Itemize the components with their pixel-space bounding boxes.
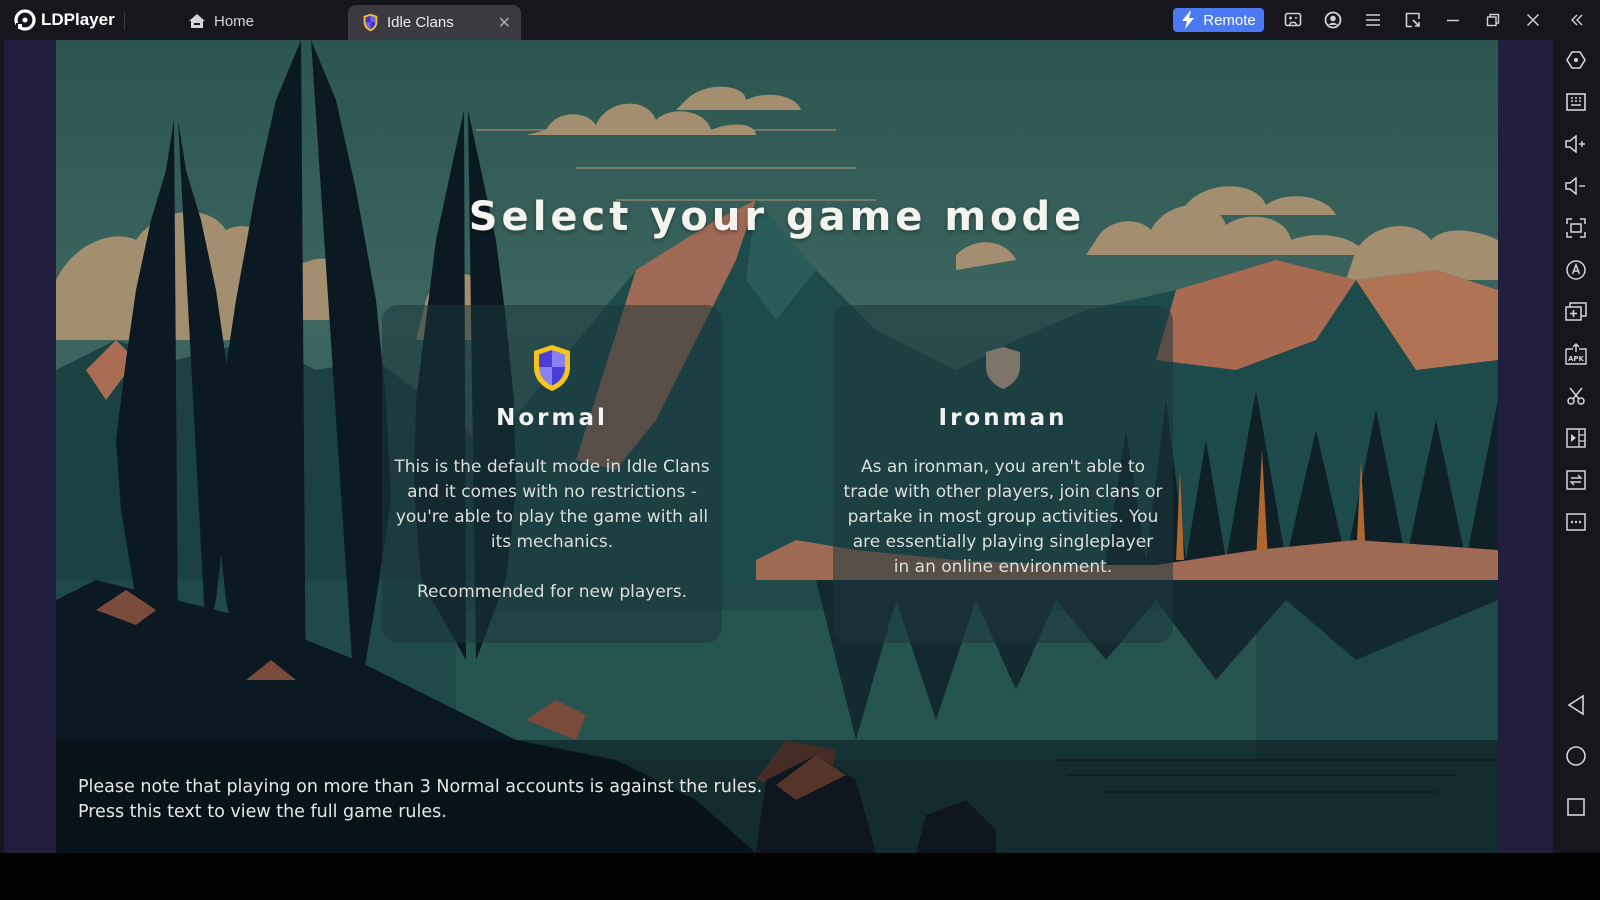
bottom-bar <box>0 853 1600 900</box>
background-landscape <box>56 40 1498 853</box>
game-rules-link[interactable]: Please note that playing on more than 3 … <box>78 775 762 825</box>
tab-home[interactable]: Home <box>188 8 254 34</box>
recents-icon[interactable] <box>1564 795 1588 819</box>
multi-instance-icon[interactable] <box>1564 300 1588 324</box>
video-record-icon[interactable] <box>1564 426 1588 450</box>
mode-description-ironman: As an ironman, you aren't able to trade … <box>843 457 1163 577</box>
tab-home-label: Home <box>214 12 255 30</box>
mode-name-ironman: Ironman <box>938 405 1068 431</box>
home-icon <box>189 14 205 28</box>
settings-hex-icon[interactable] <box>1564 48 1588 72</box>
close-icon[interactable] <box>1521 8 1545 32</box>
rules-note-line-1: Please note that playing on more than 3 … <box>78 777 763 797</box>
minimize-icon[interactable] <box>1441 8 1465 32</box>
tab-idle-clans[interactable]: Idle Clans ✕ <box>348 5 521 40</box>
auto-operation-icon[interactable] <box>1564 258 1588 282</box>
ldplayer-logo: LDPlayer <box>14 8 115 32</box>
emulator-sidebar: APK <box>1553 40 1600 853</box>
sync-icon[interactable] <box>1564 468 1588 492</box>
ldplayer-logo-icon <box>14 9 36 31</box>
volume-down-icon[interactable] <box>1564 174 1588 198</box>
emulator-frame-left <box>0 40 56 853</box>
mode-card-ironman[interactable]: Ironman As an ironman, you aren't able t… <box>833 305 1173 643</box>
restore-icon[interactable] <box>1481 8 1505 32</box>
fullscreen-icon[interactable] <box>1564 216 1588 240</box>
home-circle-icon[interactable] <box>1564 744 1588 768</box>
shield-icon <box>363 13 378 32</box>
shield-ironman-icon <box>986 347 1020 389</box>
title-bar: LDPlayer Home Idle Clans ✕ Remote <box>0 0 1600 40</box>
menu-icon[interactable] <box>1361 8 1385 32</box>
mode-recommendation-normal: Recommended for new players. <box>416 582 688 602</box>
install-apk-icon[interactable]: APK <box>1564 342 1588 366</box>
mode-name-normal: Normal <box>496 405 608 431</box>
keyboard-icon[interactable] <box>1564 90 1588 114</box>
rules-note-line-2: Press this text to view the full game ru… <box>78 802 447 822</box>
shield-normal-icon <box>534 345 570 391</box>
mode-card-normal[interactable]: Normal This is the default mode in Idle … <box>382 305 722 643</box>
logo-divider <box>124 12 125 30</box>
mode-description-normal: This is the default mode in Idle Clans a… <box>394 457 710 552</box>
emulator-frame-right <box>1498 40 1553 853</box>
app-name: LDPlayer <box>41 10 115 29</box>
account-icon[interactable] <box>1321 8 1345 32</box>
collapse-sidebar-icon[interactable] <box>1565 8 1589 32</box>
volume-up-icon[interactable] <box>1564 132 1588 156</box>
gamepad-icon[interactable] <box>1281 8 1305 32</box>
back-icon[interactable] <box>1564 693 1588 717</box>
tab-idle-clans-label: Idle Clans <box>387 14 454 31</box>
remote-label: Remote <box>1203 11 1256 29</box>
scissors-icon[interactable] <box>1564 384 1588 408</box>
window-sync-icon[interactable] <box>1401 8 1425 32</box>
remote-button[interactable]: Remote <box>1173 8 1264 32</box>
tab-close-icon[interactable]: ✕ <box>498 13 511 33</box>
page-title: Select your game mode <box>468 194 1086 240</box>
svg-text:APK: APK <box>1568 355 1585 363</box>
lightning-icon <box>1182 11 1195 29</box>
game-screen: Select your game mode Normal This is the… <box>56 40 1498 853</box>
more-icon[interactable] <box>1564 510 1588 534</box>
